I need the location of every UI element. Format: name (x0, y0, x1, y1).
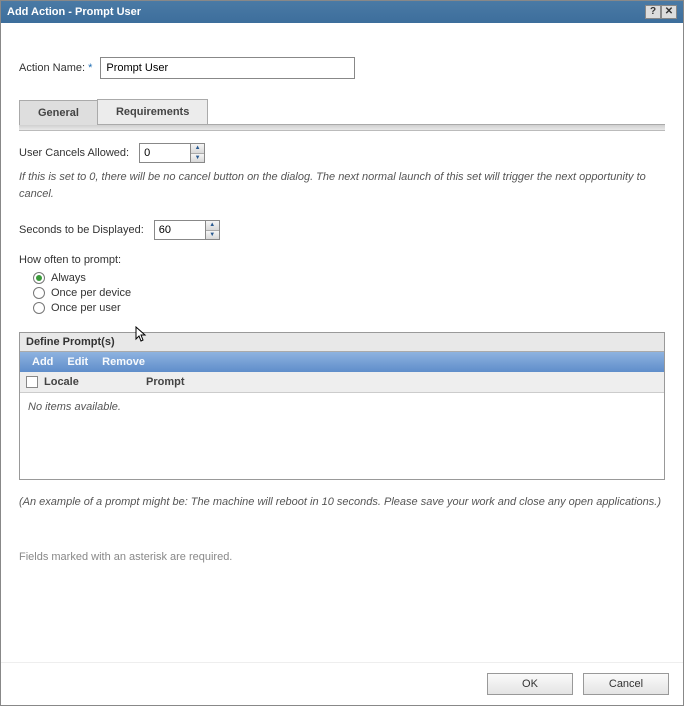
titlebar-title: Add Action - Prompt User (7, 6, 645, 18)
seconds-label: Seconds to be Displayed: (19, 224, 144, 236)
toolbar-remove[interactable]: Remove (102, 356, 145, 368)
seconds-spin-down[interactable]: ▼ (206, 231, 219, 240)
titlebar: Add Action - Prompt User ? ✕ (1, 1, 683, 23)
action-name-label: Action Name: * (19, 62, 92, 74)
define-prompts-body: No items available. (20, 393, 664, 479)
cancels-spin-up[interactable]: ▲ (191, 144, 204, 154)
radio-once-device[interactable] (33, 287, 45, 299)
toolbar-add[interactable]: Add (32, 356, 53, 368)
example-note: (An example of a prompt might be: The ma… (19, 494, 665, 511)
seconds-input[interactable] (154, 220, 206, 240)
radio-once-device-label: Once per device (51, 287, 131, 299)
toolbar-edit[interactable]: Edit (67, 356, 88, 368)
cancels-label: User Cancels Allowed: (19, 147, 129, 159)
required-fields-note: Fields marked with an asterisk are requi… (19, 551, 665, 563)
cancels-help-text: If this is set to 0, there will be no ca… (19, 169, 665, 202)
ok-button[interactable]: OK (487, 673, 573, 695)
tab-general[interactable]: General (19, 100, 98, 125)
dialog-content: Action Name: * General Requirements User… (1, 23, 683, 662)
required-asterisk: * (88, 62, 92, 74)
radio-once-device-row[interactable]: Once per device (33, 287, 665, 299)
action-name-row: Action Name: * (19, 57, 665, 79)
seconds-spinbox: ▲ ▼ (154, 220, 220, 240)
radio-always[interactable] (33, 272, 45, 284)
dialog-buttons: OK Cancel (1, 662, 683, 705)
radio-once-user[interactable] (33, 302, 45, 314)
general-section: User Cancels Allowed: ▲ ▼ If this is set… (19, 131, 665, 569)
cancels-row: User Cancels Allowed: ▲ ▼ (19, 143, 665, 163)
seconds-spin-up[interactable]: ▲ (206, 221, 219, 231)
cancels-spin-buttons: ▲ ▼ (191, 143, 205, 163)
cancels-spin-down[interactable]: ▼ (191, 154, 204, 163)
cancels-spinbox: ▲ ▼ (139, 143, 205, 163)
define-prompts-header: Define Prompt(s) (20, 333, 664, 352)
tab-requirements[interactable]: Requirements (97, 99, 208, 124)
radio-once-user-row[interactable]: Once per user (33, 302, 665, 314)
titlebar-buttons: ? ✕ (645, 5, 677, 19)
prompt-frequency-label: How often to prompt: (19, 254, 665, 266)
prompt-frequency-group: How often to prompt: Always Once per dev… (19, 254, 665, 314)
column-prompt[interactable]: Prompt (146, 376, 185, 388)
close-button[interactable]: ✕ (661, 5, 677, 19)
seconds-spin-buttons: ▲ ▼ (206, 220, 220, 240)
radio-always-row[interactable]: Always (33, 272, 665, 284)
select-all-checkbox[interactable] (26, 376, 38, 388)
radio-always-label: Always (51, 272, 86, 284)
define-prompts-columns: Locale Prompt (20, 372, 664, 393)
cancel-button[interactable]: Cancel (583, 673, 669, 695)
dialog-window: Add Action - Prompt User ? ✕ Action Name… (0, 0, 684, 706)
help-button[interactable]: ? (645, 5, 661, 19)
seconds-row: Seconds to be Displayed: ▲ ▼ (19, 220, 665, 240)
define-prompts-panel: Define Prompt(s) Add Edit Remove Locale … (19, 332, 665, 480)
tab-bar: General Requirements (19, 99, 665, 125)
column-locale[interactable]: Locale (44, 376, 140, 388)
radio-once-user-label: Once per user (51, 302, 121, 314)
action-name-input[interactable] (100, 57, 355, 79)
define-prompts-toolbar: Add Edit Remove (20, 352, 664, 372)
cancels-input[interactable] (139, 143, 191, 163)
